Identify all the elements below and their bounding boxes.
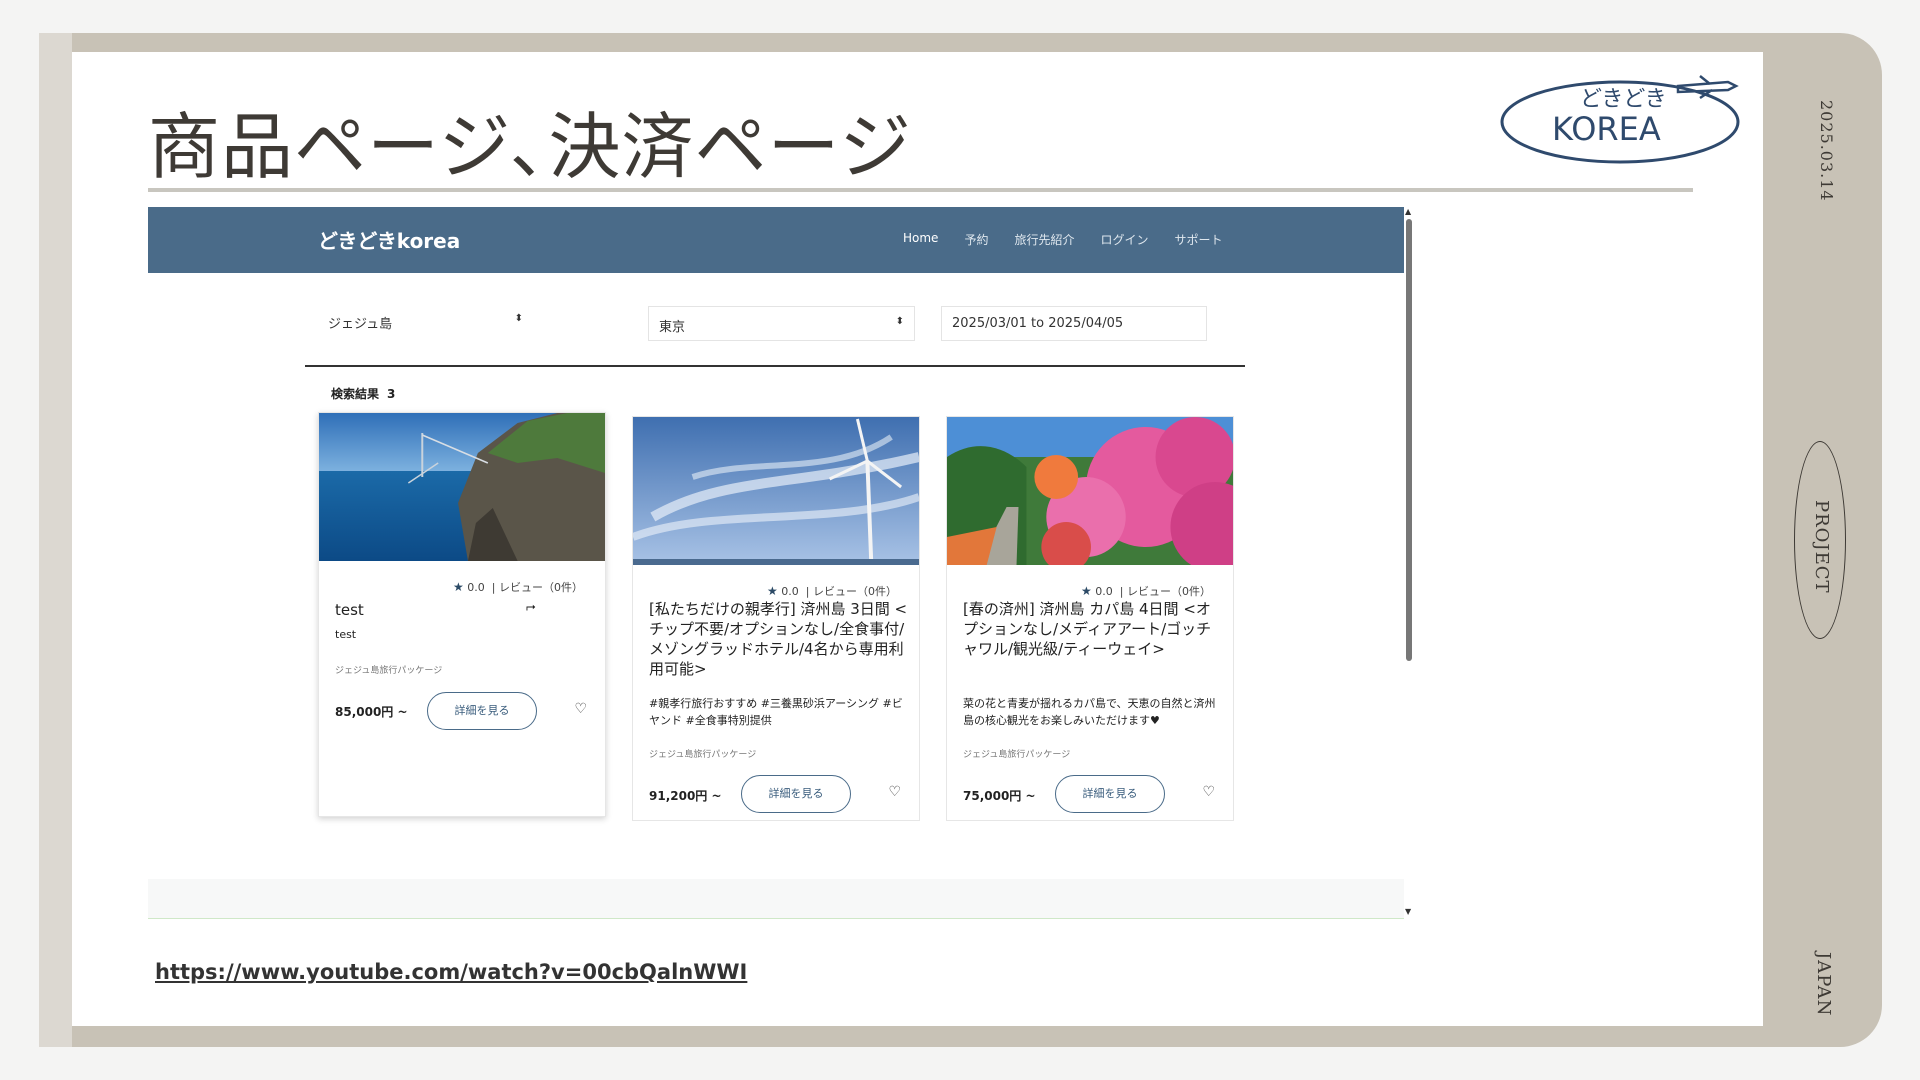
rating: ★ 0.0 | レビュー（0件） <box>767 583 897 599</box>
rating: ★ 0.0 | レビュー（0件） <box>1081 583 1211 599</box>
scroll-up-icon[interactable]: ▲ <box>1405 207 1411 216</box>
product-title[interactable]: [春の済州] 済州島 カパ島 4日間 <オプションなし/メディアアート/ゴッチャ… <box>963 599 1225 659</box>
slide-title: 商品ページ､決済ページ <box>148 105 913 189</box>
review-count: | レビュー（0件） <box>1119 585 1211 598</box>
product-category: ジェジュ島旅行パッケージ <box>649 750 757 760</box>
results-label: 検索結果 <box>331 387 380 401</box>
origin-select[interactable]: 東京 ⬍ <box>648 306 915 341</box>
product-price: 75,000円 ~ <box>963 789 1036 803</box>
star-icon: ★ <box>1081 584 1092 598</box>
product-photo-sea-cliff <box>319 413 605 561</box>
product-card[interactable]: ★ 0.0 | レビュー（0件） [春の済州] 済州島 カパ島 4日間 <オプシ… <box>946 416 1234 821</box>
date-range-value: 2025/03/01 to 2025/04/05 <box>952 316 1124 331</box>
origin-value: 東京 <box>659 320 686 335</box>
product-description: #親孝行旅行おすすめ #三養黒砂浜アーシング #ビヤンド #全食事特別提供 <box>649 697 903 727</box>
nav-home[interactable]: Home <box>903 231 938 248</box>
product-card[interactable]: ★ 0.0 | レビュー（0件） test test ジェジュ島旅行パッケージ … <box>318 412 606 817</box>
site-footer-band <box>148 879 1404 918</box>
heart-icon[interactable]: ♡ <box>888 784 901 800</box>
results-count: 3 <box>387 387 396 401</box>
scroll-down-icon[interactable]: ▼ <box>1405 907 1411 916</box>
destination-value: ジェジュ島 <box>328 317 393 332</box>
select-arrow-icon: ⬍ <box>895 316 904 327</box>
youtube-link[interactable]: https://www.youtube.com/watch?v=00cbQaln… <box>155 960 747 984</box>
rating-value: 0.0 <box>1095 585 1113 598</box>
details-button[interactable]: 詳細を見る <box>1055 775 1165 813</box>
details-button[interactable]: 詳細を見る <box>741 775 851 813</box>
product-price: 85,000円 ~ <box>335 705 408 719</box>
product-photo-azaleas <box>947 417 1233 565</box>
site-nav: Home 予約 旅行先紹介 ログイン サポート <box>903 231 1223 248</box>
nav-login[interactable]: ログイン <box>1100 231 1148 248</box>
rating-value: 0.0 <box>467 581 485 594</box>
star-icon: ★ <box>453 580 464 594</box>
site-brand[interactable]: どきどきkorea <box>318 225 460 254</box>
nav-reservation[interactable]: 予約 <box>964 231 988 248</box>
product-photo-wind-turbine <box>633 417 919 565</box>
mouse-cursor-icon: ⮣ <box>526 599 536 613</box>
slide-project-label: PROJECT <box>1811 500 1832 594</box>
nav-destinations[interactable]: 旅行先紹介 <box>1014 231 1074 248</box>
product-description: test <box>335 628 357 641</box>
product-description: 菜の花と青麦が揺れるカパ島で、天恵の自然と済州島の核心観光をお楽しみいただけます… <box>963 697 1216 727</box>
nav-support[interactable]: サポート <box>1174 231 1222 248</box>
scrollbar-thumb[interactable] <box>1406 219 1412 661</box>
product-category: ジェジュ島旅行パッケージ <box>963 750 1071 760</box>
rating-value: 0.0 <box>781 585 799 598</box>
search-divider <box>305 365 1245 367</box>
results-heading: 検索結果 3 <box>331 385 395 402</box>
product-title[interactable]: [私たちだけの親孝行] 済州島 3日間 <チップ不要/オプションなし/全食事付/… <box>649 599 911 679</box>
review-count: | レビュー（0件） <box>805 585 897 598</box>
product-category: ジェジュ島旅行パッケージ <box>335 666 443 676</box>
slide-left-strip <box>39 33 72 1047</box>
title-divider <box>148 188 1693 192</box>
heart-icon[interactable]: ♡ <box>1202 784 1215 800</box>
review-count: | レビュー（0件） <box>491 581 583 594</box>
airplane-icon <box>1676 75 1739 100</box>
website-screenshot: どきどきkorea Home 予約 旅行先紹介 ログイン サポート ジェジュ島 … <box>148 207 1404 919</box>
date-range-input[interactable]: 2025/03/01 to 2025/04/05 <box>941 306 1207 341</box>
product-card[interactable]: ★ 0.0 | レビュー（0件） [私たちだけの親孝行] 済州島 3日間 <チッ… <box>632 416 920 821</box>
rating: ★ 0.0 | レビュー（0件） <box>453 579 583 595</box>
slide-date: 2025.03.14 <box>1817 100 1836 202</box>
product-title[interactable]: test <box>335 600 597 620</box>
site-navbar: どきどきkorea Home 予約 旅行先紹介 ログイン サポート <box>148 207 1404 273</box>
star-icon: ★ <box>767 584 778 598</box>
logo-text-bottom: KOREA <box>1552 110 1661 148</box>
slide-country-label: JAPAN <box>1813 952 1834 1017</box>
logo-text-top: どきどき <box>1580 87 1667 112</box>
doki-korea-logo: どきどき KOREA <box>1500 75 1740 164</box>
heart-icon[interactable]: ♡ <box>574 701 587 717</box>
destination-select[interactable]: ジェジュ島 ⬍ <box>318 304 533 339</box>
details-button[interactable]: 詳細を見る <box>427 692 537 730</box>
product-price: 91,200円 ~ <box>649 789 722 803</box>
select-arrow-icon: ⬍ <box>514 313 523 324</box>
